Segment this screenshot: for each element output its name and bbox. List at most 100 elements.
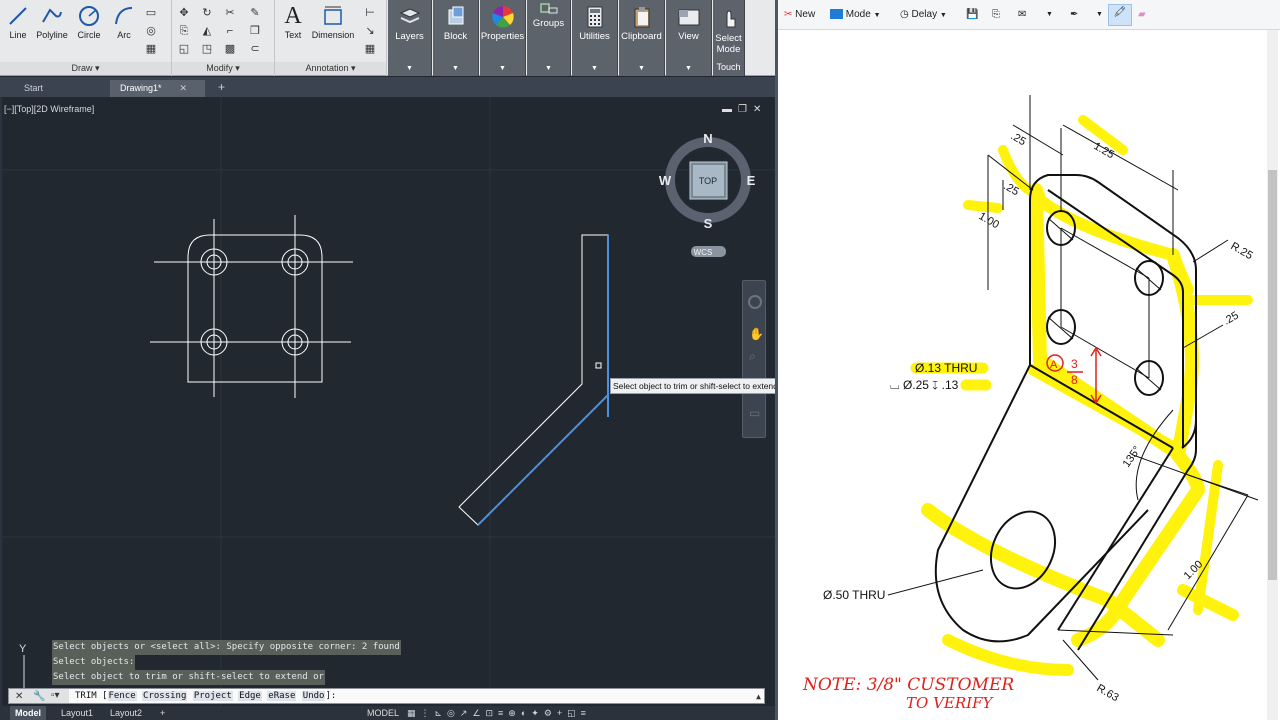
- ucs-y-label: Y: [19, 643, 27, 655]
- model-space-canvas[interactable]: TOP N S E W WCS Y: [2, 97, 775, 707]
- trim-icon[interactable]: ✂: [223, 6, 237, 20]
- view-button[interactable]: View ▼: [666, 0, 712, 76]
- hatch-icon[interactable]: ◎: [144, 24, 158, 38]
- properties-button[interactable]: Properties ▼: [480, 0, 526, 76]
- recent-commands-icon[interactable]: ▫▾: [51, 688, 60, 703]
- new-snip-button[interactable]: ✂ New: [784, 7, 815, 23]
- minimize-icon[interactable]: ▬: [722, 104, 738, 115]
- compass-e[interactable]: E: [747, 173, 756, 188]
- command-prompt[interactable]: TRIM [Fence Crossing Project Edge eRase …: [75, 689, 336, 704]
- close-icon[interactable]: ✕: [180, 83, 188, 93]
- compass-n[interactable]: N: [703, 131, 712, 146]
- text-tool-button[interactable]: A Text: [279, 4, 307, 40]
- wcs-menu[interactable]: WCS: [694, 248, 713, 257]
- delay-button[interactable]: ◷ Delay ▼: [900, 7, 947, 23]
- clipboard-button[interactable]: Clipboard ▼: [619, 0, 665, 76]
- zoom-icon[interactable]: ⌕: [749, 349, 756, 364]
- model-space-indicator[interactable]: MODEL: [362, 706, 404, 720]
- pen-icon[interactable]: ✒: [1070, 7, 1078, 23]
- tab-layout2[interactable]: Layout2: [105, 706, 147, 720]
- modify-panel-title[interactable]: Modify ▾: [172, 62, 274, 75]
- clipboard-icon: [634, 7, 649, 28]
- viewcube[interactable]: TOP N S E W WCS: [659, 131, 756, 257]
- viewport-window-controls[interactable]: ▬❐✕: [722, 104, 767, 115]
- send-icon[interactable]: ✉: [1018, 7, 1026, 23]
- draw-panel-title[interactable]: Draw ▾: [0, 62, 171, 75]
- tab-start[interactable]: Start: [14, 80, 53, 97]
- layers-icon: [399, 8, 420, 24]
- tab-layout1[interactable]: Layout1: [56, 706, 98, 720]
- line-tool-button[interactable]: Line: [4, 4, 32, 40]
- circle-icon: [79, 6, 99, 26]
- utilities-button[interactable]: Utilities ▼: [572, 0, 618, 76]
- fillet-icon[interactable]: ⌐: [223, 24, 237, 38]
- option-fence[interactable]: Fence: [107, 691, 137, 701]
- chevron-down-icon[interactable]: ▼: [1096, 7, 1103, 23]
- layers-button[interactable]: Layers ▼: [388, 0, 432, 76]
- block-button[interactable]: Block ▼: [433, 0, 479, 76]
- bracket-drawing[interactable]: [458, 234, 609, 526]
- chevron-down-icon: ▼: [406, 65, 413, 72]
- chevron-up-icon[interactable]: ▲: [756, 689, 761, 704]
- option-undo[interactable]: Undo: [301, 691, 326, 701]
- polyline-tool-button[interactable]: Polyline: [34, 4, 70, 40]
- tab-model[interactable]: Model: [10, 706, 46, 720]
- explode-icon[interactable]: ❒: [248, 24, 262, 38]
- command-line[interactable]: ✕ 🔧 ▫▾ TRIM [Fence Crossing Project Edge…: [8, 688, 765, 704]
- compass-s[interactable]: S: [704, 216, 713, 231]
- erase-icon[interactable]: ✎: [248, 6, 262, 20]
- vertical-scrollbar[interactable]: [1267, 30, 1278, 720]
- drawing-viewport[interactable]: TOP N S E W WCS Y: [0, 97, 775, 707]
- copy-icon[interactable]: ⎘: [177, 24, 191, 38]
- viewcube-top[interactable]: TOP: [699, 176, 717, 186]
- arc-tool-button[interactable]: Arc: [110, 4, 138, 40]
- status-toggle-icons[interactable]: ▦⋮⊾◎↗∠⊡≡⊕◐✦⚙+◱≡: [402, 706, 596, 720]
- new-tab-button[interactable]: +: [208, 80, 235, 97]
- array-icon[interactable]: ▩: [223, 42, 237, 56]
- tab-drawing1[interactable]: Drawing1* ✕: [110, 80, 205, 97]
- annotation-panel-title[interactable]: Annotation ▾: [275, 62, 386, 75]
- save-icon[interactable]: 💾: [966, 7, 978, 23]
- scale-icon[interactable]: ◳: [200, 42, 214, 56]
- callout-counterbore: ⌴ Ø.25 ↧ .13: [890, 378, 959, 392]
- highlighter-icon[interactable]: 🖍: [1108, 4, 1132, 26]
- move-icon[interactable]: ✥: [177, 6, 191, 20]
- compass-w[interactable]: W: [659, 173, 672, 188]
- option-erase[interactable]: eRase: [267, 691, 297, 701]
- option-project[interactable]: Project: [192, 691, 233, 701]
- pan-icon[interactable]: ✋: [749, 327, 764, 341]
- option-crossing[interactable]: Crossing: [142, 691, 188, 701]
- region-icon[interactable]: ▦: [144, 42, 158, 56]
- wrench-icon[interactable]: 🔧: [33, 689, 45, 704]
- eraser-icon[interactable]: ▰: [1138, 7, 1146, 23]
- chevron-down-icon[interactable]: ▼: [1046, 7, 1053, 23]
- scrollbar-thumb[interactable]: [1268, 170, 1277, 580]
- groups-button[interactable]: Groups ▼: [527, 0, 571, 76]
- viewport-controls-label[interactable]: [−][Top][2D Wireframe]: [4, 104, 94, 114]
- mode-button[interactable]: Mode ▼: [830, 7, 881, 23]
- linear-dim-icon[interactable]: ⊢: [363, 6, 377, 20]
- rectangle-icon[interactable]: ▭: [144, 6, 158, 20]
- leader-icon[interactable]: ↘: [363, 24, 377, 38]
- rotate-icon[interactable]: ↻: [200, 6, 214, 20]
- chevron-down-icon: ▼: [545, 65, 552, 72]
- add-layout-button[interactable]: +: [155, 706, 170, 720]
- stretch-icon[interactable]: ◱: [177, 42, 191, 56]
- showmotion-icon[interactable]: ▭: [749, 406, 760, 420]
- close-icon[interactable]: ✕: [15, 689, 23, 704]
- circle-tool-button[interactable]: Circle: [74, 4, 104, 40]
- close-icon[interactable]: ✕: [753, 104, 767, 115]
- table-icon[interactable]: ▦: [363, 42, 377, 56]
- copy-icon[interactable]: ⎘: [992, 7, 1000, 23]
- mirror-icon[interactable]: ◭: [200, 24, 214, 38]
- restore-icon[interactable]: ❐: [738, 104, 753, 115]
- option-edge[interactable]: Edge: [238, 691, 262, 701]
- offset-icon[interactable]: ⊂: [248, 42, 262, 56]
- markup-circle-a: A: [1050, 359, 1058, 371]
- dimension-icon: [324, 6, 342, 25]
- steering-wheel-icon[interactable]: [748, 295, 762, 309]
- select-mode-button[interactable]: Select Mode Touch: [713, 0, 745, 76]
- history-line: Select objects:: [52, 655, 136, 670]
- dimension-tool-button[interactable]: Dimension: [309, 4, 357, 40]
- plate-drawing[interactable]: [150, 215, 353, 398]
